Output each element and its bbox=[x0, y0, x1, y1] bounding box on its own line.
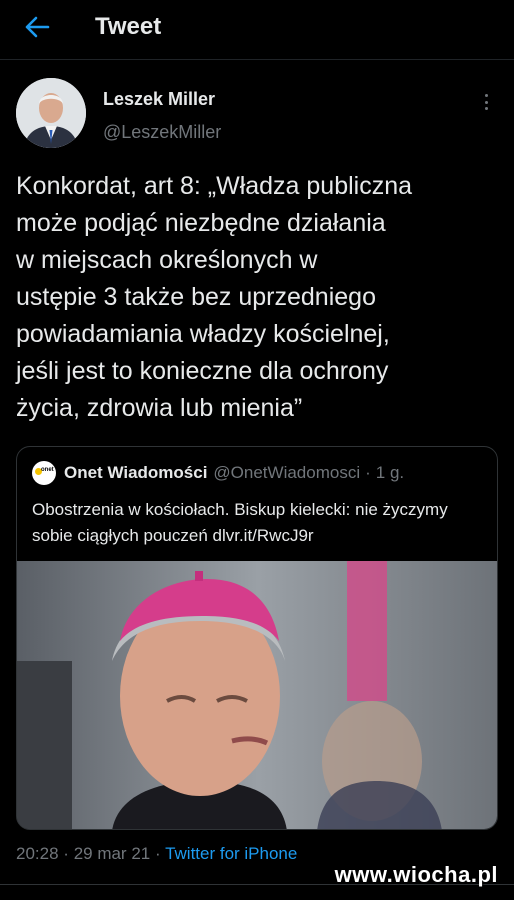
tweet-meta: 20:28 · 29 mar 21 · Twitter for iPhone bbox=[16, 844, 297, 864]
separator: · bbox=[154, 844, 161, 863]
more-dot bbox=[484, 100, 488, 104]
quoted-time: 1 g. bbox=[375, 463, 405, 482]
tweet-source-link[interactable]: Twitter for iPhone bbox=[165, 844, 297, 863]
back-button[interactable] bbox=[20, 12, 54, 42]
arrow-left-icon bbox=[25, 16, 50, 38]
quoted-avatar: onet bbox=[32, 461, 56, 485]
quoted-tweet-photo[interactable] bbox=[17, 561, 497, 829]
watermark: www.wiocha.pl bbox=[334, 862, 498, 887]
author-name[interactable]: Leszek Miller bbox=[103, 89, 215, 110]
quoted-tweet-header: onet Onet Wiadomości @OnetWiadomosci · 1… bbox=[32, 460, 404, 486]
quoted-avatar-label: onet bbox=[41, 467, 54, 473]
author-handle[interactable]: @LeszekMiller bbox=[103, 122, 221, 143]
more-dot bbox=[484, 107, 488, 110]
quoted-tweet[interactable]: onet Onet Wiadomości @OnetWiadomosci · 1… bbox=[16, 446, 498, 830]
top-bar: Tweet bbox=[0, 0, 514, 60]
separator: · bbox=[63, 844, 69, 863]
author-avatar[interactable] bbox=[16, 78, 86, 148]
page-title: Tweet bbox=[95, 13, 162, 40]
tweet-date: 29 mar 21 bbox=[73, 844, 151, 863]
separator: · bbox=[365, 463, 371, 482]
tweet-time: 20:28 bbox=[16, 844, 59, 863]
author-portrait bbox=[16, 78, 86, 148]
quoted-author-handle: @OnetWiadomosci bbox=[213, 463, 361, 482]
bishop-photo bbox=[17, 561, 497, 829]
tweet-author: Leszek Miller @LeszekMiller bbox=[16, 78, 498, 154]
tweet-text: Konkordat, art 8: „Władza publiczna może… bbox=[16, 172, 413, 422]
quoted-author-name: Onet Wiadomości bbox=[64, 463, 208, 482]
more-options-button[interactable] bbox=[478, 90, 494, 114]
more-vertical-icon bbox=[484, 94, 488, 97]
quoted-tweet-text: Obostrzenia w kościołach. Biskup kieleck… bbox=[32, 500, 448, 545]
